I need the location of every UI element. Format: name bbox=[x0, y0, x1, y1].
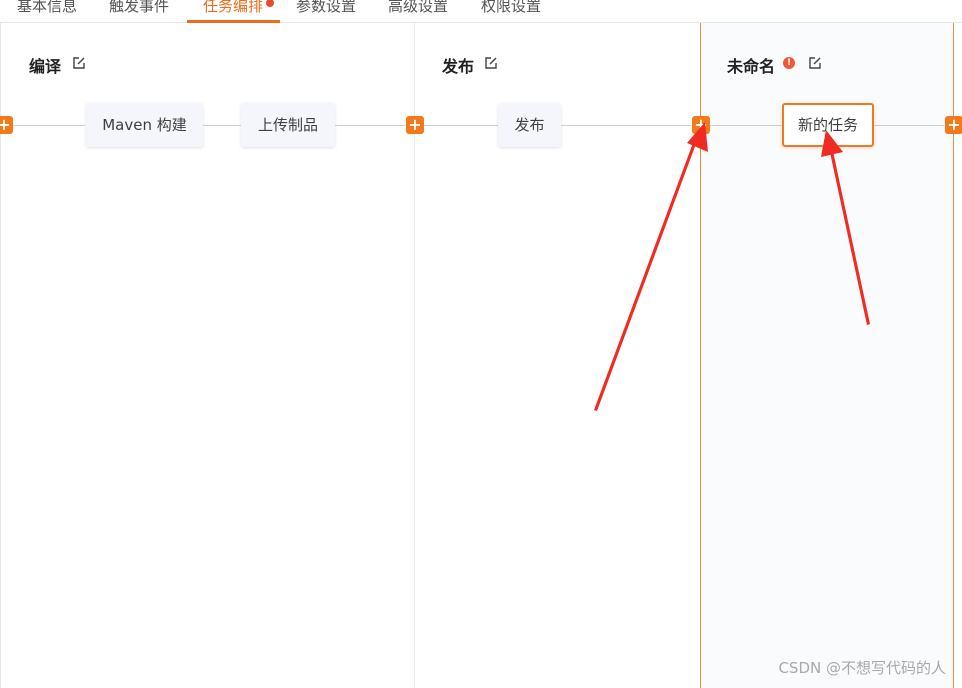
stage-title: 未命名 bbox=[727, 57, 776, 76]
stage-title: 编译 bbox=[29, 57, 62, 76]
tab-parameter-settings[interactable]: 参数设置 bbox=[296, 0, 356, 18]
task-card-maven-build[interactable]: Maven 构建 bbox=[86, 103, 203, 147]
add-stage-button[interactable]: + bbox=[0, 116, 13, 134]
task-card-new-task[interactable]: 新的任务 bbox=[782, 103, 874, 147]
add-stage-button[interactable]: + bbox=[945, 116, 962, 134]
tab-task-orchestration[interactable]: 任务编排 bbox=[203, 0, 263, 18]
edit-icon[interactable] bbox=[808, 56, 822, 70]
stage-compile: 编译 bbox=[0, 23, 414, 688]
tab-basic-info[interactable]: 基本信息 bbox=[17, 0, 77, 18]
add-stage-button[interactable]: + bbox=[692, 116, 710, 134]
connector-line bbox=[48, 125, 85, 126]
connector-line bbox=[203, 125, 241, 126]
tab-unsaved-dot bbox=[266, 0, 274, 7]
connector-line bbox=[10, 125, 48, 126]
connector-line bbox=[561, 125, 691, 126]
tab-trigger-events[interactable]: 触发事件 bbox=[109, 0, 169, 18]
warning-icon: ! bbox=[783, 57, 795, 69]
edit-icon[interactable] bbox=[484, 56, 498, 70]
task-card-publish[interactable]: 发布 bbox=[498, 103, 561, 147]
tab-advanced-settings[interactable]: 高级设置 bbox=[388, 0, 448, 18]
tab-permission-settings[interactable]: 权限设置 bbox=[481, 0, 541, 18]
connector-line bbox=[874, 125, 944, 126]
connector-line bbox=[710, 125, 782, 126]
stage-title: 发布 bbox=[442, 57, 475, 76]
connector-line bbox=[424, 125, 498, 126]
tab-bar: 基本信息 触发事件 任务编排 参数设置 高级设置 权限设置 bbox=[0, 0, 962, 23]
task-card-upload-artifact[interactable]: 上传制品 bbox=[241, 103, 335, 147]
edit-icon[interactable] bbox=[72, 56, 86, 70]
connector-line bbox=[335, 125, 405, 126]
add-stage-button[interactable]: + bbox=[406, 116, 424, 134]
watermark: CSDN @不想写代码的人 bbox=[778, 659, 946, 677]
